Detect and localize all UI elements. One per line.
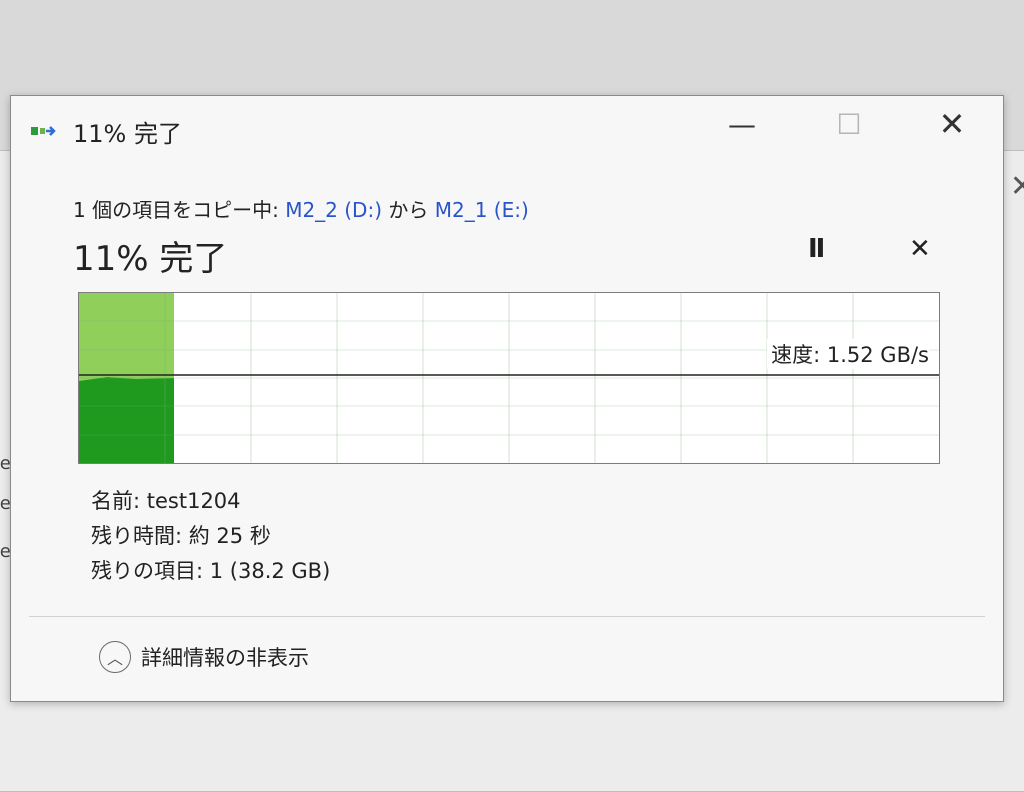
source-drive-link[interactable]: M2_2 (D:) [285, 198, 382, 222]
copy-middle: から [382, 198, 435, 222]
toggle-details-label: 詳細情報の非表示 [141, 646, 309, 670]
file-name: 名前: test1204 [91, 489, 241, 513]
copy-app-icon [31, 126, 56, 136]
details-panel: 名前: test1204 残り時間: 約 25 秒 残りの項目: 1 (38.2… [91, 484, 330, 589]
close-button[interactable]: ✕ [929, 104, 975, 144]
cancel-button[interactable]: ✕ [909, 234, 931, 264]
speed-area [79, 377, 174, 463]
chevron-up-icon: ︿ [99, 641, 131, 673]
progress-status: 11% 完了 [73, 239, 228, 279]
copy-prefix: 1 個の項目をコピー中: [73, 198, 286, 222]
copy-description: 1 個の項目をコピー中: M2_2 (D:) から M2_1 (E:) [73, 194, 529, 223]
window-title: 11% 完了 [73, 120, 182, 148]
transfer-speed-graph: 速度: 1.52 GB/s [78, 292, 940, 464]
time-remaining: 残り時間: 約 25 秒 [91, 524, 271, 548]
toggle-details-button[interactable]: ︿ 詳細情報の非表示 [99, 641, 309, 673]
speed-label: 速度: 1.52 GB/s [767, 339, 929, 369]
speed-graph-canvas [79, 293, 939, 463]
background-close-icon[interactable]: ✕ [1010, 169, 1024, 204]
destination-drive-link[interactable]: M2_1 (E:) [435, 198, 529, 222]
copy-progress-dialog: 11% 完了 — ☐ ✕ 1 個の項目をコピー中: M2_2 (D:) から M… [10, 95, 1004, 702]
pause-button[interactable]: II [808, 234, 825, 264]
minimize-button[interactable]: — [719, 104, 765, 144]
titlebar[interactable]: 11% 完了 — ☐ ✕ [11, 96, 1003, 156]
maximize-button[interactable]: ☐ [826, 104, 872, 144]
footer-divider [29, 616, 985, 617]
items-remaining: 残りの項目: 1 (38.2 GB) [91, 559, 331, 583]
